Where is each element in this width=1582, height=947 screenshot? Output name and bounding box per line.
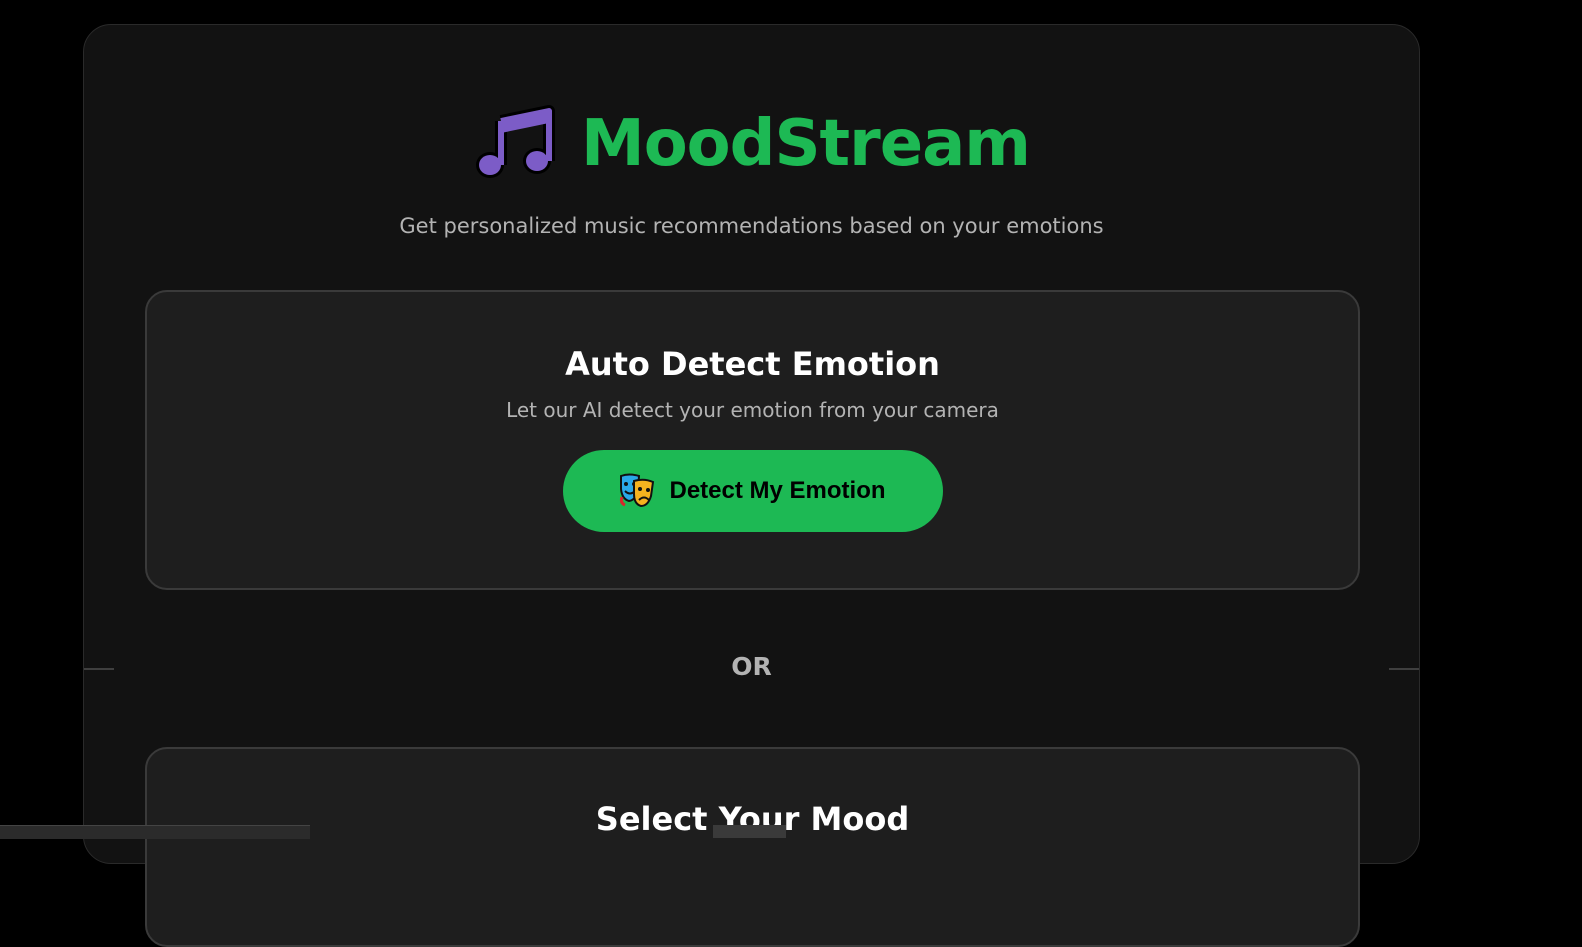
detect-emotion-button[interactable]: Detect My Emotion bbox=[562, 450, 943, 532]
app-container: MoodStream Get personalized music recomm… bbox=[83, 24, 1420, 947]
detect-emotion-label: Detect My Emotion bbox=[669, 477, 886, 504]
divider-line-right bbox=[1389, 668, 1419, 670]
horizontal-scrollbar[interactable] bbox=[0, 825, 310, 839]
auto-detect-card: Auto Detect Emotion Let our AI detect yo… bbox=[145, 290, 1360, 590]
app-subtitle: Get personalized music recommendations b… bbox=[399, 214, 1104, 238]
auto-detect-description: Let our AI detect your emotion from your… bbox=[506, 398, 999, 422]
music-note-icon bbox=[473, 101, 556, 187]
header: MoodStream Get personalized music recomm… bbox=[84, 101, 1419, 239]
select-mood-card: Select Your Mood bbox=[145, 747, 1360, 947]
theater-masks-icon bbox=[619, 473, 655, 510]
auto-detect-title: Auto Detect Emotion bbox=[565, 345, 940, 383]
title-row: MoodStream bbox=[84, 101, 1419, 187]
divider-label: OR bbox=[731, 652, 772, 681]
scrollbar-thumb[interactable] bbox=[713, 825, 786, 838]
app-title: MoodStream bbox=[581, 107, 1031, 181]
